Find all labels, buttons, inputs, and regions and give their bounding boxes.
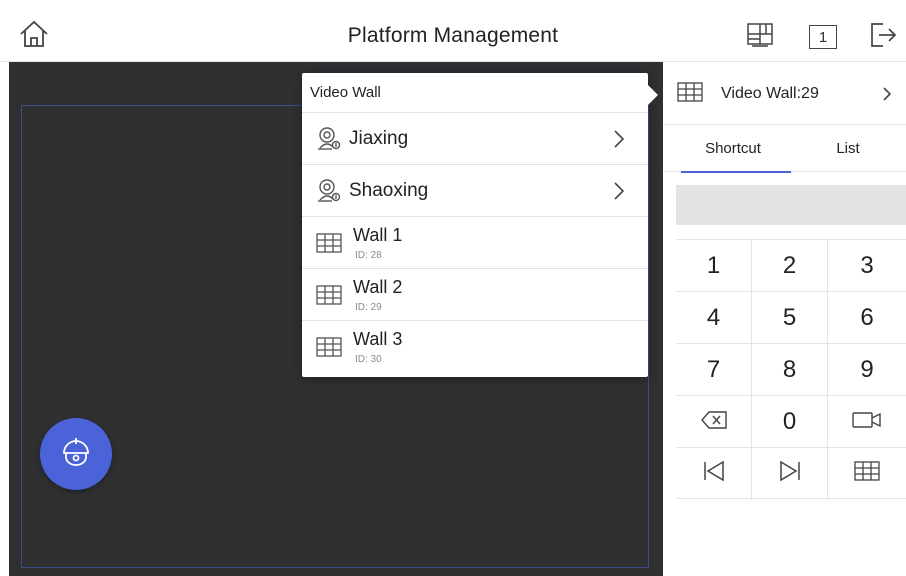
key-6[interactable]: 6 — [828, 292, 906, 344]
video-wall-selector[interactable]: Video Wall:29 — [663, 62, 906, 125]
keypad: 1 2 3 4 5 6 7 8 9 0 — [676, 239, 906, 500]
previous-button[interactable] — [676, 448, 752, 500]
backspace-button[interactable] — [676, 396, 752, 448]
wall-grid-icon — [316, 230, 342, 256]
top-bar: Platform Management 1 — [0, 0, 906, 62]
group-label: Shaoxing — [349, 180, 429, 201]
tab-shortcut[interactable]: Shortcut — [675, 126, 791, 173]
tab-list[interactable]: List — [803, 126, 893, 172]
chevron-right-icon — [882, 86, 892, 102]
group-label: Jiaxing — [349, 128, 409, 149]
wall-grid-icon — [854, 460, 880, 488]
chevron-right-icon — [612, 181, 626, 201]
wall-name: Wall 1 — [353, 225, 403, 245]
key-2[interactable]: 2 — [752, 240, 828, 292]
wall-grid-icon — [677, 82, 703, 104]
wall-item-2[interactable]: Wall 2 ID: 29 — [302, 269, 648, 321]
ptz-control-button[interactable] — [40, 418, 112, 490]
wall-layout-icon — [746, 22, 774, 53]
panel-tabs: Shortcut List — [663, 126, 906, 173]
tab-label: List — [836, 140, 860, 157]
logout-button[interactable] — [869, 22, 897, 53]
wall-layout-button[interactable] — [746, 22, 774, 53]
screen-number-button[interactable]: 1 — [809, 23, 837, 51]
key-4[interactable]: 4 — [676, 292, 752, 344]
wall-grid-icon — [316, 334, 342, 360]
wall-name: Wall 3 — [353, 329, 403, 349]
key-1[interactable]: 1 — [676, 240, 752, 292]
chevron-right-icon — [612, 129, 626, 149]
logout-icon — [869, 22, 897, 53]
key-7[interactable]: 7 — [676, 344, 752, 396]
backspace-icon — [700, 408, 727, 436]
camera-button[interactable] — [828, 396, 906, 448]
popup-title: Video Wall — [302, 73, 648, 113]
screen-number-icon: 1 — [809, 25, 837, 49]
key-3[interactable]: 3 — [828, 240, 906, 292]
group-item-jiaxing[interactable]: Jiaxing — [302, 113, 648, 165]
wall-grid-button[interactable] — [828, 448, 906, 500]
key-0[interactable]: 0 — [752, 396, 828, 448]
region-icon — [316, 178, 342, 204]
key-9[interactable]: 9 — [828, 344, 906, 396]
number-display — [676, 185, 906, 225]
key-5[interactable]: 5 — [752, 292, 828, 344]
video-wall-label: Video Wall:29 — [721, 85, 819, 102]
next-button[interactable] — [752, 448, 828, 500]
active-tab-indicator — [681, 171, 791, 173]
wall-name: Wall 2 — [353, 277, 403, 297]
wall-id: ID: 28 — [355, 250, 382, 261]
key-8[interactable]: 8 — [752, 344, 828, 396]
wall-item-1[interactable]: Wall 1 ID: 28 — [302, 217, 648, 269]
wall-id: ID: 29 — [355, 302, 382, 313]
camera-icon — [852, 408, 882, 436]
wall-item-3[interactable]: Wall 3 ID: 30 — [302, 321, 648, 373]
previous-icon — [702, 460, 726, 489]
video-wall-popup: Video Wall Jiaxing Shaoxing Wall 1 ID: 2… — [302, 73, 658, 377]
ptz-camera-icon — [57, 433, 95, 476]
region-icon — [316, 126, 342, 152]
tab-label: Shortcut — [705, 140, 761, 157]
next-icon — [778, 460, 802, 489]
right-panel: Video Wall:29 Shortcut List 1 2 3 4 5 6 … — [663, 62, 906, 576]
wall-grid-icon — [316, 282, 342, 308]
group-item-shaoxing[interactable]: Shaoxing — [302, 165, 648, 217]
wall-id: ID: 30 — [355, 354, 382, 365]
